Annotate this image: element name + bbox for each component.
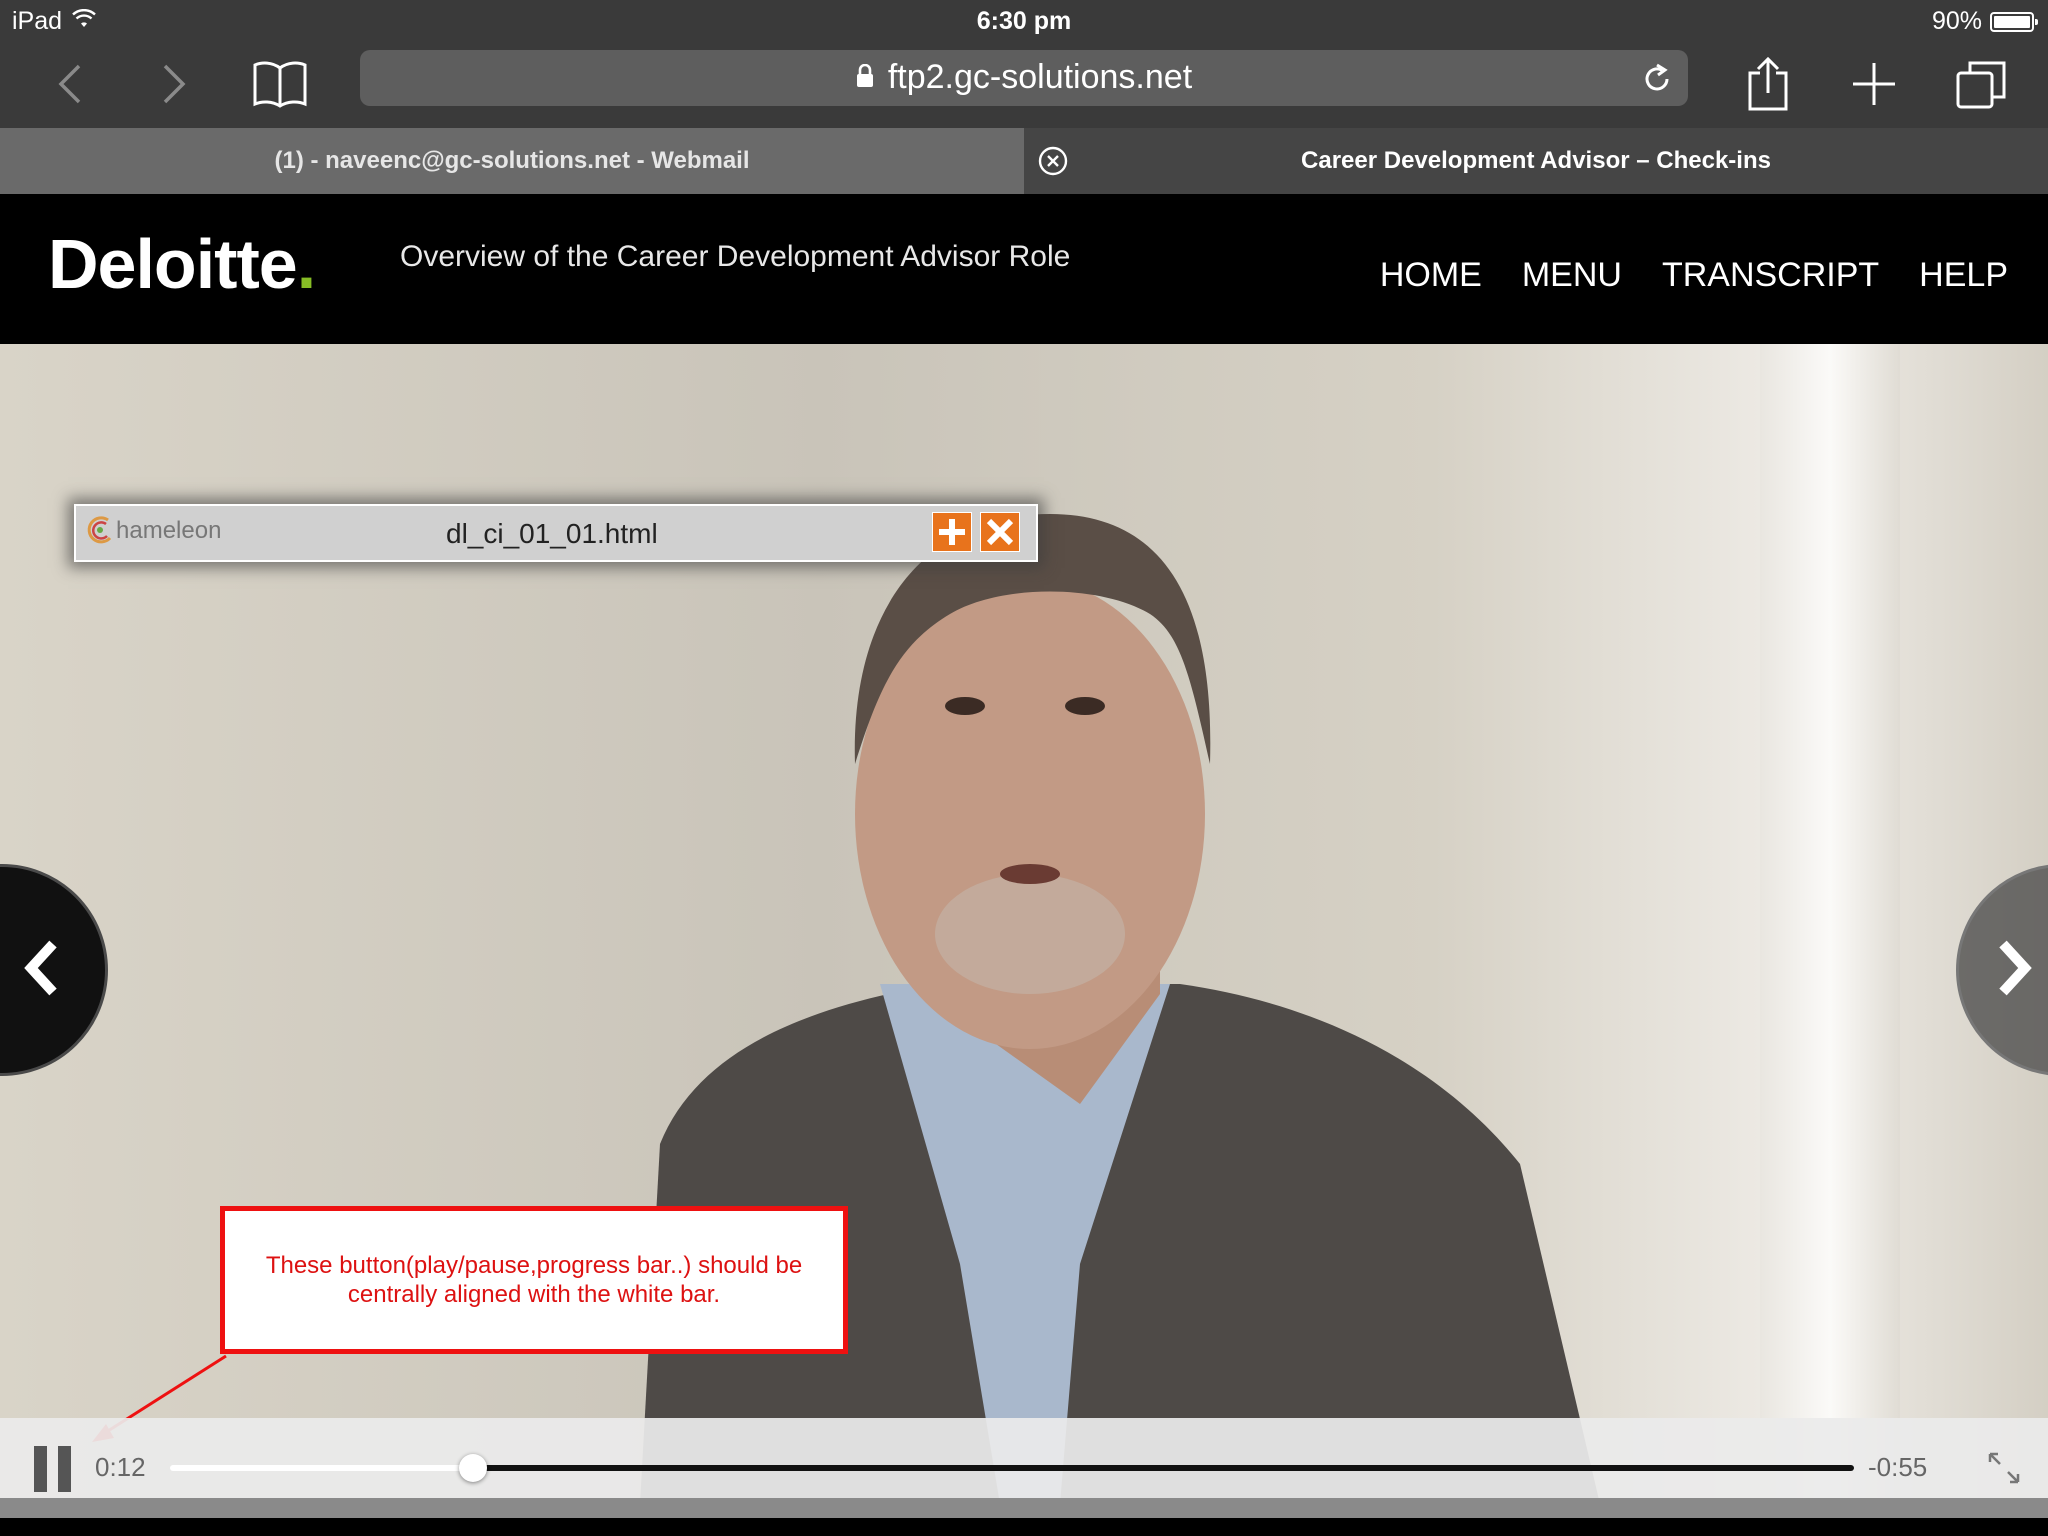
forward-button[interactable]: [142, 54, 206, 114]
bookmarks-button[interactable]: [248, 54, 312, 114]
reload-icon[interactable]: [1640, 62, 1674, 96]
tab-label: Career Development Advisor – Check-ins: [1301, 147, 1771, 174]
battery-percent: 90%: [1931, 7, 1982, 35]
status-bar: iPad 6:30 pm 90%: [0, 0, 2048, 44]
close-tab-icon[interactable]: [1038, 146, 1068, 176]
lock-icon: [856, 58, 874, 97]
back-button[interactable]: [38, 54, 102, 114]
tab-career-development[interactable]: Career Development Advisor – Check-ins: [1024, 128, 2048, 194]
url-text: ftp2.gc-solutions.net: [887, 58, 1193, 96]
progress-bar[interactable]: [170, 1465, 1854, 1471]
progress-remaining: [473, 1465, 1854, 1471]
battery-icon: [1990, 11, 2038, 32]
browser-toolbar: ftp2.gc-solutions.net: [0, 44, 2048, 128]
tab-label: (1) - naveenc@gc-solutions.net - Webmail: [274, 147, 750, 174]
pause-button[interactable]: [34, 1446, 72, 1492]
page-subtitle: Overview of the Career Development Advis…: [400, 240, 1071, 273]
deloitte-logo: Deloitte.: [48, 225, 316, 303]
address-bar[interactable]: ftp2.gc-solutions.net: [360, 50, 1688, 106]
annotation-callout: These button(play/pause,progress bar..) …: [220, 1206, 848, 1354]
share-button[interactable]: [1736, 54, 1800, 114]
nav-menu[interactable]: MENU: [1522, 256, 1622, 295]
fullscreen-icon[interactable]: [1986, 1450, 2022, 1486]
current-time: 0:12: [95, 1452, 146, 1482]
tab-bar: (1) - naveenc@gc-solutions.net - Webmail…: [0, 128, 2048, 194]
site-header: Deloitte. Overview of the Career Develop…: [0, 194, 2048, 344]
clock: 6:30 pm: [976, 7, 1072, 35]
tab-webmail[interactable]: (1) - naveenc@gc-solutions.net - Webmail: [0, 128, 1024, 194]
new-tab-button[interactable]: [1842, 54, 1906, 114]
remaining-time: -0:55: [1868, 1452, 1928, 1482]
tabs-overview-button[interactable]: [1950, 54, 2014, 114]
nav-transcript[interactable]: TRANSCRIPT: [1662, 256, 1879, 295]
progress-scrubber[interactable]: [459, 1454, 488, 1482]
nav-home[interactable]: HOME: [1380, 256, 1482, 295]
video-controls: 0:12 -0:55: [0, 1418, 2048, 1498]
nav-help[interactable]: HELP: [1919, 256, 2008, 295]
bottom-strip: [0, 1498, 2048, 1518]
main-nav: HOME MENU TRANSCRIPT HELP: [1380, 256, 2008, 295]
